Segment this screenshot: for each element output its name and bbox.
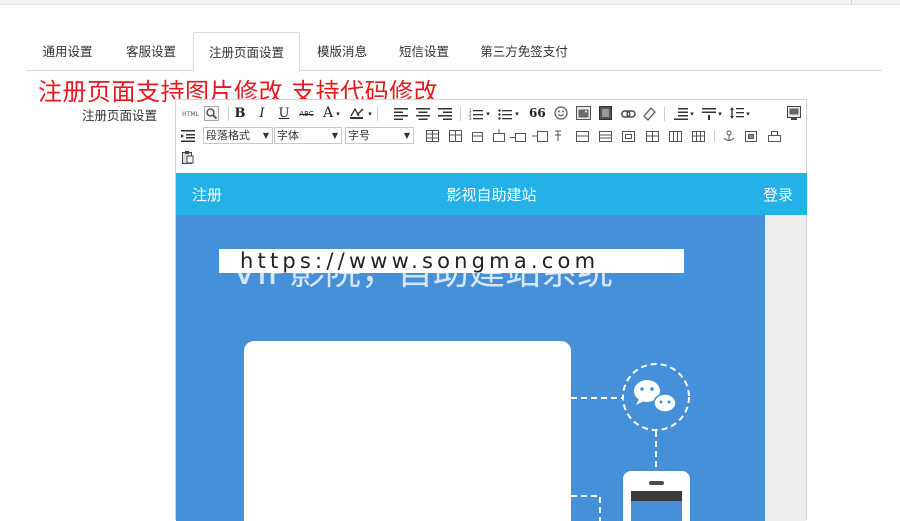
- emoji-icon[interactable]: [554, 106, 568, 120]
- fullscreen-icon[interactable]: [787, 106, 801, 120]
- chevron-down-icon[interactable]: ▾: [366, 106, 374, 122]
- font-family-select[interactable]: 字体 ▼: [274, 127, 342, 144]
- dashed-connector: [571, 495, 601, 521]
- font-size-select[interactable]: 字号 ▼: [345, 127, 414, 144]
- html-source-button[interactable]: HTML: [181, 107, 200, 123]
- line-height-icon[interactable]: [674, 108, 688, 120]
- italic-button[interactable]: I: [255, 106, 269, 122]
- phone-icon: [623, 471, 690, 521]
- settings-tabs: 通用设置 客服设置 注册页面设置 模版消息 短信设置 第三方免签支付: [26, 32, 882, 72]
- hero-illustration: [244, 341, 690, 521]
- strikethrough-button[interactable]: ABC: [297, 106, 316, 122]
- login-link[interactable]: 登录: [763, 184, 793, 205]
- toolbar-divider: [228, 107, 229, 121]
- tab-third-party-payment[interactable]: 第三方免签支付: [473, 32, 575, 71]
- paragraph-spacing-icon[interactable]: [702, 108, 716, 120]
- hero-banner: VIP影院，自助建站系统 https://www.songma.com: [176, 215, 765, 521]
- register-page-field-label: 注册页面设置: [82, 108, 158, 123]
- chevron-down-icon: ▼: [262, 131, 269, 140]
- unordered-list-icon[interactable]: [498, 108, 512, 120]
- quote-button[interactable]: 66: [529, 105, 546, 121]
- underline-button[interactable]: U: [277, 106, 291, 122]
- video-icon[interactable]: [599, 106, 612, 120]
- preview-icon[interactable]: [204, 106, 219, 121]
- app-header-bar: 注册 影视自助建站 登录: [176, 173, 807, 215]
- rich-text-editor[interactable]: HTML B I U ABC A ▾ ▾ 123 ▾ ▾ 66 ▾ ▾ ▾ 段落…: [175, 99, 807, 521]
- table-tools-icon-row[interactable]: [424, 129, 804, 143]
- align-right-icon[interactable]: [438, 108, 452, 120]
- wechat-icon: [634, 380, 677, 413]
- paragraph-format-select[interactable]: 段落格式 ▼: [203, 127, 273, 144]
- eraser-icon[interactable]: [642, 106, 657, 121]
- chevron-down-icon[interactable]: ▾: [716, 106, 724, 122]
- toolbar-divider: [377, 107, 378, 121]
- font-color-button[interactable]: A: [321, 105, 335, 121]
- tab-customer-service[interactable]: 客服设置: [114, 32, 188, 71]
- chevron-down-icon[interactable]: ▾: [484, 106, 492, 122]
- row-spacing-icon[interactable]: [730, 107, 744, 119]
- editor-content-area[interactable]: 注册 影视自助建站 登录 VIP影院，自助建站系统 https://www.so…: [176, 173, 807, 521]
- align-left-icon[interactable]: [394, 108, 408, 120]
- paste-plain-text-icon[interactable]: [182, 151, 194, 164]
- link-icon[interactable]: [621, 108, 636, 120]
- tab-register-page[interactable]: 注册页面设置: [193, 32, 300, 72]
- chevron-down-icon[interactable]: ▾: [334, 106, 342, 122]
- chevron-down-icon: ▼: [403, 131, 410, 140]
- indent-icon[interactable]: [181, 130, 195, 142]
- svg-text:3: 3: [469, 116, 472, 120]
- bold-button[interactable]: B: [233, 106, 247, 122]
- site-title: 影视自助建站: [446, 186, 537, 204]
- top-strip: [0, 0, 900, 5]
- ordered-list-icon[interactable]: 123: [469, 108, 483, 120]
- tab-sms[interactable]: 短信设置: [387, 32, 461, 71]
- tab-template-message[interactable]: 模版消息: [305, 32, 379, 71]
- screen-panel-illustration: [244, 341, 571, 521]
- toolbar-divider: [664, 107, 665, 121]
- chevron-down-icon[interactable]: ▾: [513, 106, 521, 122]
- image-icon[interactable]: [576, 106, 591, 120]
- tab-general[interactable]: 通用设置: [30, 32, 105, 71]
- chevron-down-icon[interactable]: ▾: [744, 106, 752, 122]
- align-center-icon[interactable]: [416, 108, 430, 120]
- highlight-color-icon[interactable]: [349, 107, 365, 119]
- toolbar-divider: [460, 107, 461, 121]
- top-divider: [851, 0, 852, 5]
- chevron-down-icon: ▼: [331, 131, 338, 140]
- chevron-down-icon[interactable]: ▾: [688, 106, 696, 122]
